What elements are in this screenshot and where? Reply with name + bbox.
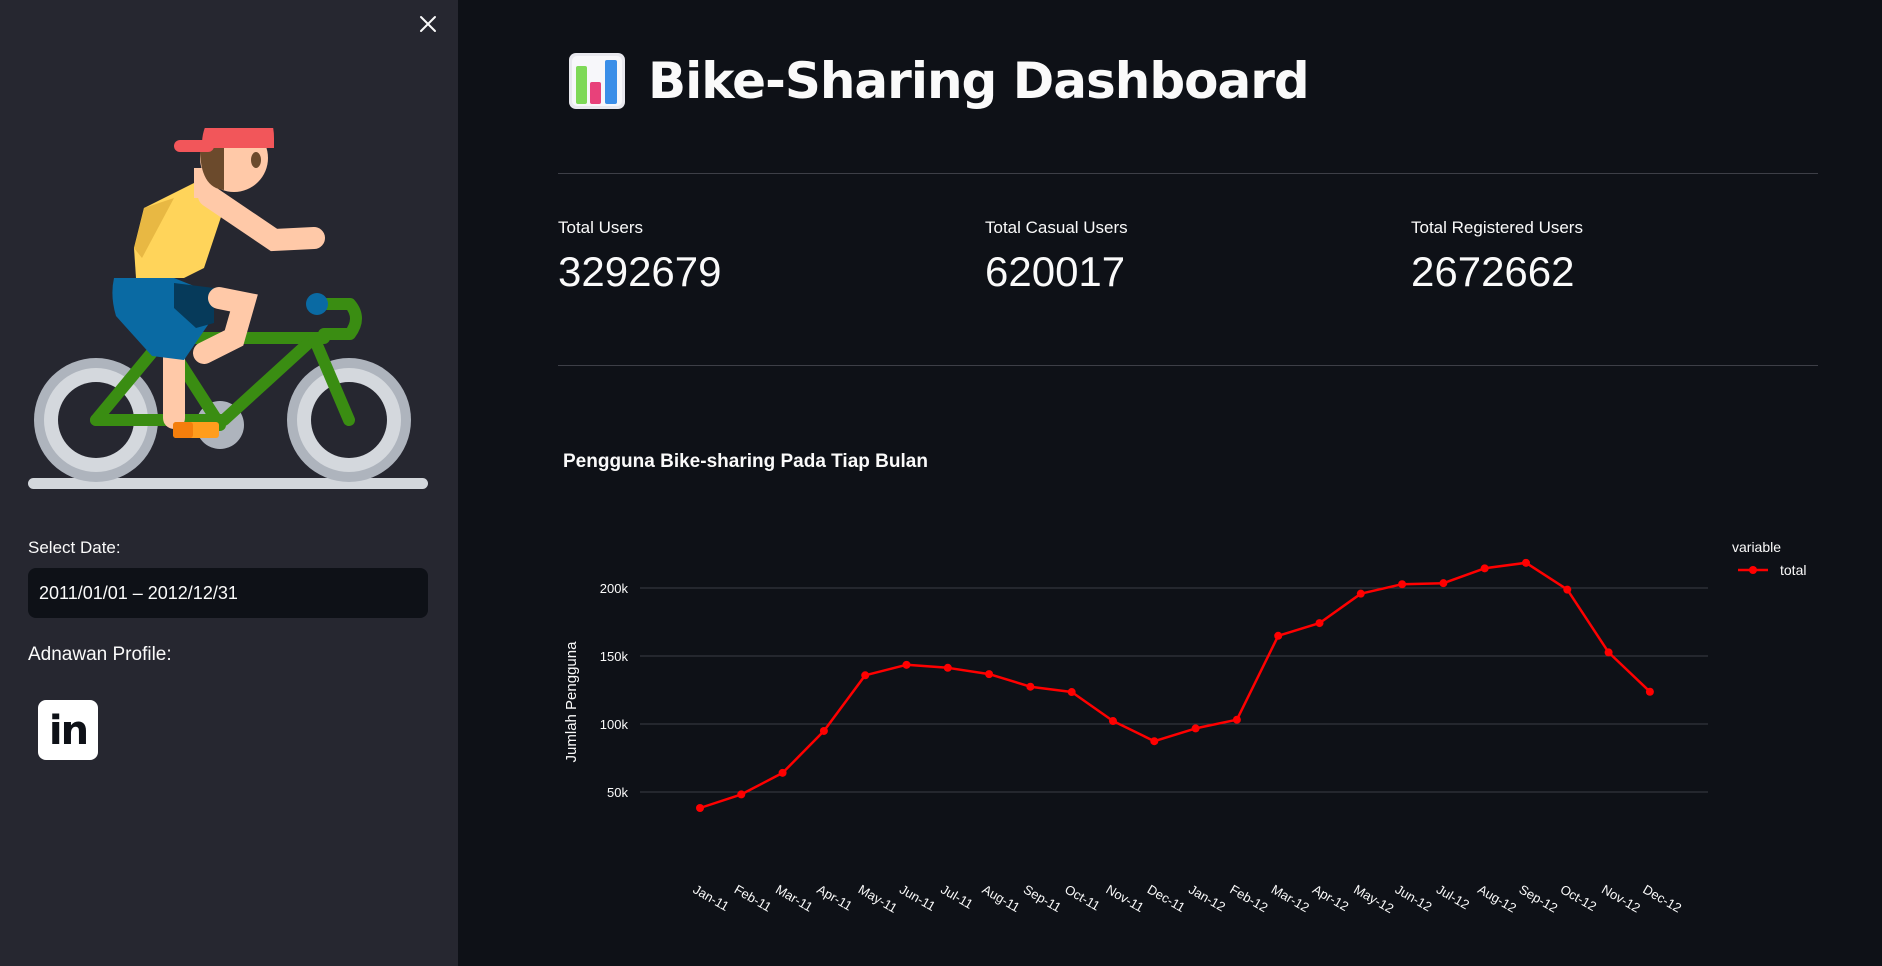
metric-label: Total Casual Users (985, 218, 1128, 237)
legend-item-total: total (1780, 562, 1806, 578)
series-points (696, 558, 1654, 812)
y-tick-label: 50k (607, 785, 628, 800)
x-tick-label: Jan-11 (691, 882, 732, 914)
x-tick-label: Sep-11 (1021, 882, 1064, 915)
data-point[interactable] (1109, 717, 1117, 726)
metric-registered-users: Total Registered Users 2672662 (1411, 218, 1583, 296)
x-tick-label: Apr-12 (1310, 882, 1351, 915)
legend-swatch-point (1749, 566, 1757, 574)
metric-casual-users: Total Casual Users 620017 (985, 218, 1128, 296)
x-tick-label: May-11 (856, 882, 900, 916)
sidebar: Select Date: 2011/01/01 – 2012/12/31 Adn… (0, 0, 458, 966)
chart-grid (640, 587, 1708, 793)
x-tick-label: Jul-12 (1434, 882, 1472, 913)
page-header: Bike-Sharing Dashboard (568, 48, 1310, 114)
data-point[interactable] (1232, 715, 1241, 724)
metric-value: 2672662 (1411, 248, 1575, 295)
data-point[interactable] (1067, 688, 1076, 697)
x-tick-label: Apr-11 (814, 882, 854, 914)
data-point[interactable] (778, 768, 787, 777)
data-point[interactable] (1645, 687, 1654, 696)
x-tick-label: Mar-12 (1269, 882, 1312, 916)
data-point[interactable] (1563, 585, 1572, 594)
data-point[interactable] (1274, 631, 1283, 640)
metric-total-users: Total Users 3292679 (558, 218, 722, 296)
y-axis-label: Jumlah Pengguna (563, 641, 580, 763)
date-range-input[interactable]: 2011/01/01 – 2012/12/31 (28, 568, 428, 618)
date-label: Select Date: (28, 538, 121, 557)
metric-value: 3292679 (558, 248, 722, 295)
linkedin-icon[interactable]: in (38, 700, 98, 760)
x-tick-label: Aug-12 (1475, 882, 1519, 916)
y-tick-label: 200k (600, 581, 629, 596)
page-title: Bike-Sharing Dashboard (648, 52, 1310, 110)
y-axis-ticks: 50k 100k 150k 200k (600, 581, 629, 800)
x-tick-label: Nov-11 (1104, 882, 1147, 915)
chart-title: Pengguna Bike-sharing Pada Tiap Bulan (563, 451, 928, 472)
metrics-divider (558, 365, 1818, 366)
linkedin-logo-text: in (48, 708, 89, 754)
data-point[interactable] (1439, 579, 1448, 588)
x-tick-label: Feb-11 (732, 882, 774, 915)
data-point[interactable] (1522, 558, 1530, 567)
main-content: Bike-Sharing Dashboard Total Users 32926… (458, 0, 1882, 966)
series-line-total (699, 561, 1651, 810)
data-point[interactable] (1480, 564, 1489, 573)
close-sidebar-button[interactable] (412, 10, 444, 38)
y-tick-label: 150k (600, 649, 629, 664)
bar-chart-icon (569, 53, 625, 109)
data-point[interactable] (696, 803, 704, 812)
data-point[interactable] (1398, 580, 1407, 589)
data-point[interactable] (1191, 724, 1200, 733)
x-tick-label: Jul-11 (938, 882, 975, 912)
x-tick-label: Jun-11 (897, 882, 938, 914)
data-point[interactable] (1604, 648, 1613, 657)
data-point[interactable] (861, 671, 870, 680)
cyclist-illustration (28, 128, 428, 489)
x-tick-label: Jun-12 (1393, 882, 1435, 915)
x-tick-label: Sep-12 (1517, 882, 1561, 916)
x-tick-label: Feb-12 (1227, 882, 1270, 916)
x-tick-label: Mar-11 (773, 882, 815, 915)
chart-legend: variable total (1732, 539, 1806, 578)
x-tick-label: Oct-12 (1558, 882, 1599, 914)
data-point[interactable] (943, 663, 952, 672)
x-tick-label: Dec-12 (1640, 882, 1684, 916)
metric-label: Total Users (558, 218, 644, 237)
data-point[interactable] (1026, 682, 1035, 691)
x-tick-label: Nov-12 (1599, 882, 1643, 916)
x-axis-ticks: Jan-11 Feb-11Mar-11Apr-11 May-11Jun-11 Jul-… (691, 882, 1685, 917)
y-tick-label: 100k (600, 717, 629, 732)
data-point[interactable] (1356, 589, 1365, 598)
x-tick-label: Dec-11 (1145, 882, 1188, 915)
metric-label: Total Registered Users (1411, 218, 1583, 237)
x-tick-label: May-12 (1351, 882, 1396, 917)
data-point[interactable] (902, 660, 911, 669)
data-point[interactable] (1315, 619, 1324, 628)
metric-value: 620017 (985, 248, 1126, 295)
top-divider (558, 173, 1818, 174)
data-point[interactable] (737, 790, 746, 799)
profile-label: Adnawan Profile: (28, 644, 172, 665)
x-tick-label: Jan-12 (1186, 882, 1228, 915)
line-chart[interactable]: 50k 100k 150k 200k Jan-11 Feb-11Mar-11Apr-11… (458, 520, 1882, 940)
data-point[interactable] (819, 726, 828, 735)
x-tick-label: Aug-11 (980, 882, 1023, 915)
close-icon (420, 16, 436, 32)
data-point[interactable] (985, 670, 994, 679)
x-tick-label: Oct-11 (1062, 882, 1102, 914)
data-point[interactable] (1150, 737, 1159, 746)
app-root: Select Date: 2011/01/01 – 2012/12/31 Adn… (0, 0, 1882, 966)
legend-title: variable (1732, 539, 1781, 555)
